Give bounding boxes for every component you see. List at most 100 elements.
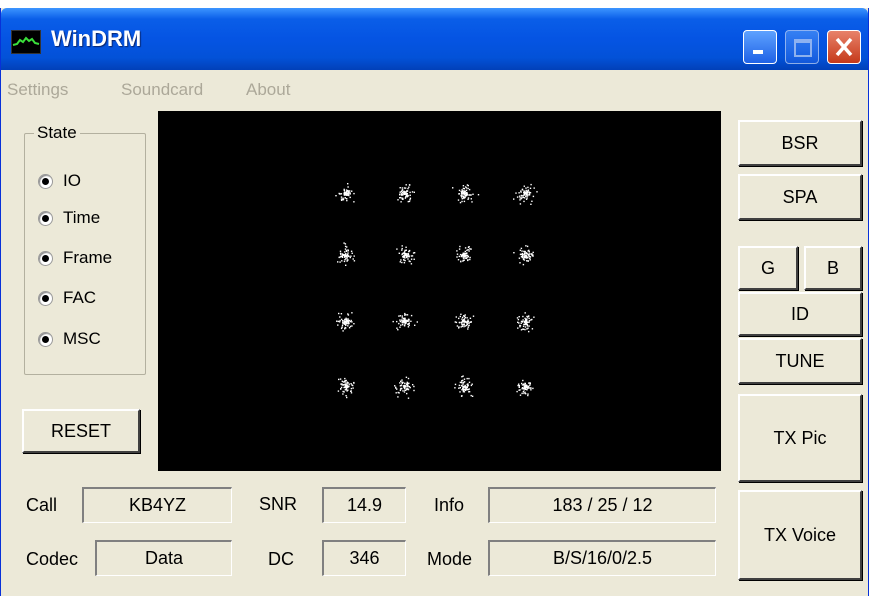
constellation-point (341, 253, 344, 255)
spa-button[interactable]: SPA (738, 174, 862, 220)
constellation-point (463, 325, 465, 328)
constellation-point (520, 253, 522, 256)
radio-time[interactable]: Time (38, 203, 100, 233)
constellation-point (523, 250, 525, 253)
constellation-point (403, 391, 406, 393)
constellation-point (344, 254, 346, 256)
radio-fac[interactable]: FAC (38, 283, 96, 313)
constellation-point (339, 378, 342, 380)
constellation-point (401, 253, 403, 256)
constellation-point (403, 325, 406, 327)
constellation-point (344, 193, 346, 195)
constellation-point (342, 330, 344, 332)
constellation-point (520, 198, 522, 200)
constellation-point (340, 313, 343, 315)
constellation-point (513, 252, 515, 254)
constellation-point (399, 187, 401, 189)
b-button[interactable]: B (804, 246, 862, 290)
constellation-point (522, 325, 525, 327)
constellation-point (460, 395, 463, 397)
constellation-point (344, 318, 346, 321)
constellation-point (343, 380, 346, 383)
constellation-point (465, 255, 468, 257)
constellation-point (523, 252, 526, 254)
constellation-point (462, 387, 464, 390)
maximize-button[interactable] (785, 30, 819, 64)
constellation-point (348, 194, 350, 197)
constellation-point (463, 254, 465, 256)
constellation-point (348, 322, 350, 325)
constellation-point (457, 259, 460, 261)
constellation-point (407, 377, 410, 380)
constellation-point (526, 260, 528, 262)
constellation-point (463, 321, 466, 323)
constellation-point (458, 255, 460, 258)
constellation-point (456, 256, 458, 258)
radio-msc-label: MSC (63, 329, 101, 348)
constellation-point (400, 380, 402, 382)
constellation-point (402, 381, 404, 384)
constellation-cluster (335, 183, 355, 203)
constellation-point (462, 375, 464, 377)
menu-soundcard[interactable]: Soundcard (121, 80, 203, 100)
constellation-point (348, 327, 351, 329)
tx-voice-button[interactable]: TX Voice (738, 490, 862, 580)
constellation-point (461, 195, 464, 197)
constellation-point (536, 191, 538, 193)
constellation-point (348, 319, 350, 322)
radio-msc[interactable]: MSC (38, 324, 101, 354)
constellation-point (400, 201, 402, 203)
constellation-point (518, 322, 520, 324)
menu-settings[interactable]: Settings (7, 80, 68, 100)
radio-io[interactable]: IO (38, 166, 81, 196)
constellation-point (464, 325, 467, 327)
snr-field: 14.9 (322, 487, 406, 523)
tx-pic-button[interactable]: TX Pic (738, 394, 862, 482)
radio-frame[interactable]: Frame (38, 243, 112, 273)
info-label: Info (434, 495, 465, 515)
constellation-point (521, 189, 524, 191)
id-button[interactable]: ID (738, 292, 862, 336)
constellation-cluster (513, 245, 534, 266)
constellation-point (339, 250, 342, 252)
g-button[interactable]: G (738, 246, 798, 290)
title-bar[interactable]: WinDRM (1, 8, 868, 70)
constellation-point (464, 191, 466, 193)
reset-button[interactable]: RESET (22, 409, 140, 453)
constellation-point (530, 183, 532, 186)
radio-fac-label: FAC (63, 288, 97, 307)
constellation-point (401, 317, 403, 319)
constellation-point (346, 198, 348, 200)
constellation-point (394, 385, 396, 387)
constellation-point (468, 388, 470, 391)
constellation-point (340, 198, 343, 200)
close-button[interactable] (827, 30, 861, 64)
radio-io-indicator (38, 173, 53, 189)
constellation-point (458, 321, 461, 324)
constellation-point (522, 196, 524, 199)
constellation-point (463, 318, 466, 320)
menu-about[interactable]: About (246, 80, 290, 100)
constellation-point (461, 389, 463, 391)
constellation-point (522, 195, 524, 197)
constellation-point (401, 247, 403, 250)
bsr-button[interactable]: BSR (738, 120, 862, 166)
constellation-point (520, 194, 523, 197)
app-icon (11, 30, 41, 54)
constellation-point (528, 194, 531, 196)
constellation-point (340, 193, 343, 195)
constellation-point (345, 322, 348, 325)
constellation-point (461, 320, 464, 323)
minimize-button[interactable] (743, 30, 777, 64)
constellation-point (465, 388, 467, 390)
constellation-point (405, 376, 408, 378)
constellation-point (346, 190, 348, 193)
constellation-point (531, 318, 533, 321)
constellation-point (531, 328, 534, 330)
constellation-point (343, 384, 345, 386)
constellation-cluster (392, 312, 418, 331)
constellation-point (349, 325, 352, 328)
constellation-cluster (454, 313, 475, 330)
constellation-point (457, 199, 460, 201)
tune-button[interactable]: TUNE (738, 338, 862, 384)
